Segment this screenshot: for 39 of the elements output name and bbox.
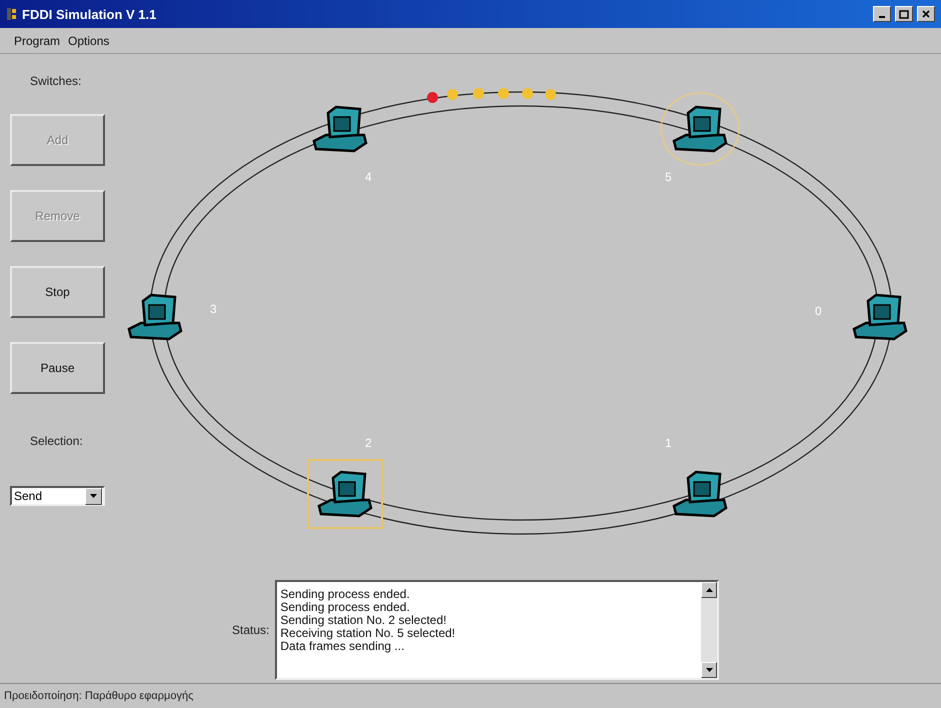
log-line: Sending process ended. bbox=[280, 601, 411, 614]
minimize-button[interactable] bbox=[873, 6, 891, 22]
menu-item[interactable]: Program bbox=[14, 34, 60, 48]
log-line: Receiving station No. 5 selected! bbox=[280, 627, 456, 640]
computer-icon bbox=[315, 470, 375, 518]
computer-icon bbox=[125, 293, 185, 341]
close-button[interactable] bbox=[917, 6, 935, 22]
station-number: 0 bbox=[815, 304, 822, 318]
computer-icon bbox=[850, 293, 910, 341]
log-line: Sending process ended. bbox=[280, 588, 411, 601]
selection-dropdown[interactable]: Send bbox=[10, 486, 105, 506]
station-number: 2 bbox=[365, 436, 372, 450]
status-bar-text: Προειδοποίηση: Παράθυρο εφαρμογής bbox=[4, 690, 194, 702]
station[interactable] bbox=[305, 457, 385, 531]
computer-icon bbox=[670, 105, 730, 153]
app-icon bbox=[6, 7, 18, 21]
switch-button[interactable]: Pause bbox=[10, 342, 105, 394]
station-number: 4 bbox=[365, 170, 372, 184]
log-line: Data frames sending ... bbox=[280, 640, 406, 653]
station-number: 5 bbox=[665, 170, 672, 184]
switches-label: Switches: bbox=[30, 74, 82, 88]
menu-item[interactable]: Options bbox=[68, 34, 110, 48]
log-line: Sending station No. 2 selected! bbox=[280, 614, 448, 627]
computer-icon bbox=[670, 470, 730, 518]
close-icon bbox=[922, 10, 930, 18]
down-arrow-icon bbox=[706, 668, 713, 672]
scrollbar[interactable] bbox=[701, 582, 718, 678]
station-number: 3 bbox=[210, 302, 217, 316]
station[interactable] bbox=[660, 92, 740, 166]
down-arrow-icon bbox=[90, 494, 97, 498]
computer-icon bbox=[310, 105, 370, 153]
up-arrow-icon bbox=[706, 588, 713, 592]
station-number: 1 bbox=[665, 436, 672, 450]
window-title: FDDI Simulation V 1.1 bbox=[22, 6, 158, 22]
selection-label: Selection: bbox=[30, 434, 83, 448]
status-label: Status: bbox=[232, 623, 270, 637]
switch-button[interactable]: Stop bbox=[10, 266, 105, 318]
maximize-button[interactable] bbox=[895, 6, 913, 22]
maximize-icon bbox=[899, 10, 909, 18]
